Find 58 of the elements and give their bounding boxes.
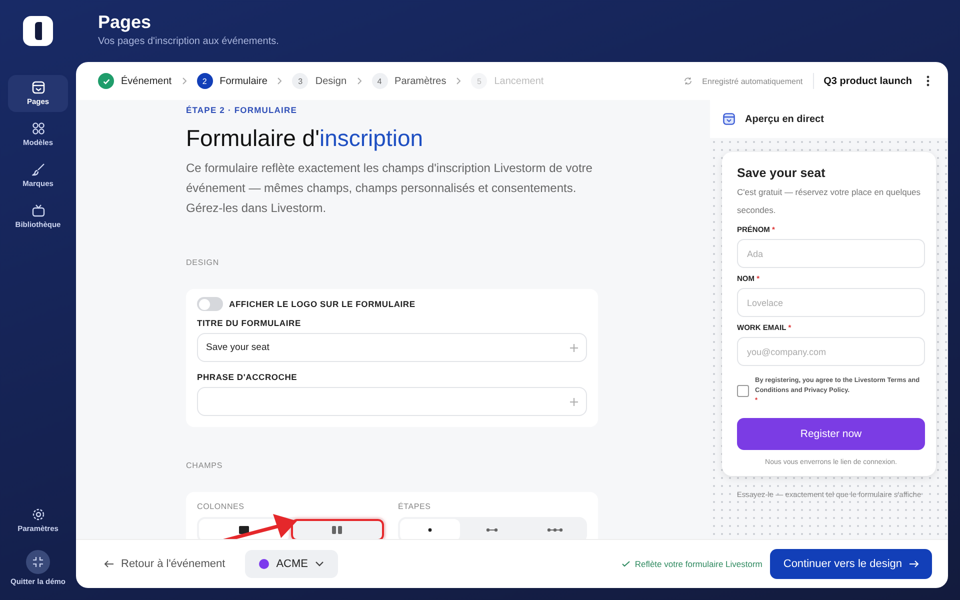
field-label: TITRE DU FORMULAIRE (197, 318, 302, 328)
three-steps-icon (546, 528, 563, 532)
plus-icon[interactable] (570, 344, 578, 352)
sync-icon (684, 77, 692, 85)
check-icon (622, 561, 630, 567)
browser-icon (723, 113, 735, 125)
collapse-icon (26, 550, 50, 574)
two-column-icon (332, 526, 342, 534)
chevron-right-icon (277, 77, 282, 85)
form-subtitle: C'est gratuit — réservez votre place en quelques secondes. (737, 186, 922, 217)
preview-title: Aperçu en direct (745, 114, 824, 124)
chevron-right-icon (182, 77, 187, 85)
input-field[interactable]: you@company.com (737, 337, 925, 366)
field-label: PHRASE D'ACCROCHE (197, 372, 298, 382)
input-field[interactable] (197, 387, 587, 416)
autosave-status: Enregistré automatiquement (702, 76, 803, 86)
input-field[interactable]: Lovelace (737, 288, 925, 317)
app-logo[interactable] (23, 16, 53, 46)
input-field[interactable]: Ada (737, 239, 925, 268)
brush-icon (32, 163, 44, 176)
page-title: Pages (98, 12, 152, 33)
event-name: Q3 product launch (824, 76, 912, 86)
chevron-right-icon (356, 77, 362, 85)
consent-checkbox[interactable] (737, 385, 749, 397)
option-label: ÉTAPES (398, 502, 432, 511)
step-tab[interactable]: 3 Design (292, 73, 347, 89)
one-step-icon (428, 528, 432, 532)
arrow-right-icon (909, 560, 919, 568)
form-title: Save your seat (737, 166, 826, 180)
tv-icon (32, 204, 44, 217)
arrow-left-icon (104, 560, 114, 568)
section-label: CHAMPS (186, 461, 224, 470)
chevron-right-icon (456, 77, 462, 85)
two-steps-icon (486, 528, 498, 532)
grid-icon (32, 122, 44, 135)
input-field[interactable]: Save your seat (197, 333, 587, 362)
form-heading: Formulaire d'inscription (186, 125, 424, 152)
continue-button[interactable]: Continuer vers le design (770, 549, 932, 579)
register-button[interactable]: Register now (737, 418, 925, 450)
back-link[interactable]: Retour à l'événement (104, 558, 226, 570)
step-tab[interactable]: 4 Paramètres (372, 73, 446, 89)
option-label: COLONNES (197, 502, 246, 511)
page-subtitle: Vos pages d'inscription aux événements. (98, 36, 280, 47)
section-label: DESIGN (186, 258, 220, 267)
single-column-icon (238, 526, 249, 534)
form-description: Ce formulaire reflète exactement les champs d'inscription Livestorm de votre événement — mêmes champs, champs personnalisés et consentements. Gérez-les dans Livestorm. (186, 160, 594, 217)
brand-dropdown[interactable]: ACME (245, 550, 338, 578)
settings-icon (32, 508, 44, 521)
toggle-label: AFFICHER LE LOGO SUR LE FORMULAIRE (229, 299, 416, 309)
step-eyebrow: ÉTAPE 2 · FORMULAIRE (186, 105, 298, 115)
step-tab[interactable]: Événement (98, 73, 172, 89)
step-tab[interactable]: 2 Formulaire (196, 73, 268, 89)
chevron-down-icon (315, 561, 324, 567)
sync-status: Reflète votre formulaire Livestorm (634, 559, 762, 569)
browser-icon (32, 81, 44, 94)
logo-toggle[interactable] (197, 297, 223, 311)
plus-icon[interactable] (570, 398, 578, 406)
check-icon (98, 73, 114, 89)
